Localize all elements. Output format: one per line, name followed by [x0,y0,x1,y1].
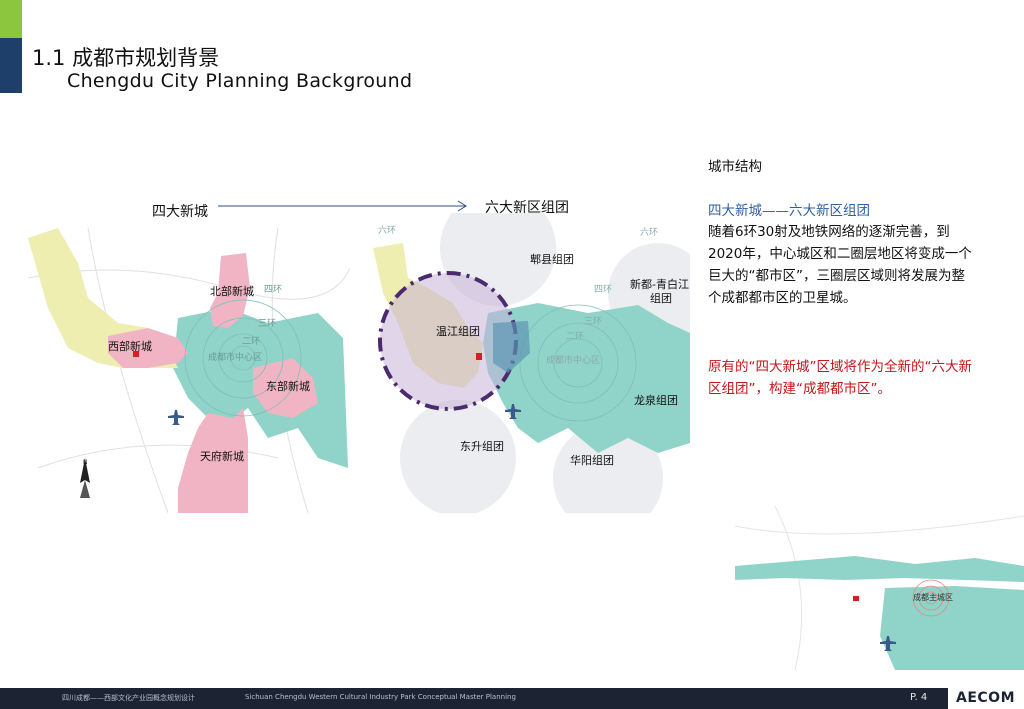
footer-project-cn: 四川成都——西部文化产业园概念规划设计 [62,694,195,702]
left-map-label: 四大新城 [152,204,208,220]
sidebar-subheading: 四大新城——六大新区组团 [708,203,870,219]
six-new-districts-map: 郫县组团 新都-青白江 组团 温江组团 龙泉组团 东升组团 华阳组团 六环 六环… [373,213,690,513]
sidebar-note: 原有的“四大新城”区域将作为全新的“六大新区组团”，构建“成都都市区”。 [708,359,972,397]
accent-bar [0,0,22,93]
small-map-site-marker [853,596,859,601]
xindu-district-label-2: 组团 [650,291,672,305]
footer-bar: 四川成都——西部文化产业园概念规划设计 Sichuan Chengdu West… [0,688,1024,709]
main-urban-area-label: 成都主城区 [913,592,953,602]
right-ring6-label-2: 六环 [640,226,658,238]
small-map-teal-band [735,556,1024,582]
dongsheng-district-circle [400,400,516,513]
right-ring4-label: 四环 [594,284,612,295]
page-number: P. 4 [910,692,928,703]
left-ring3-label: 三环 [258,318,276,329]
right-ring3-label: 三环 [584,316,602,327]
left-ring4-label: 四环 [264,284,282,295]
transition-arrow-icon [218,200,467,212]
page-subtitle: Chengdu City Planning Background [67,70,413,92]
four-new-cities-map: N 北部新城 西部新城 东部新城 天府新城 四环 三环 二环 成都市中心区 [28,228,350,513]
sidebar-heading: 城市结构 [708,159,762,175]
right-ring6-label: 六环 [378,224,396,236]
east-new-city-label: 东部新城 [266,379,310,393]
north-new-city-label: 北部新城 [210,284,254,298]
west-new-city-label: 西部新城 [108,339,152,353]
park-site-marker-right [476,353,482,360]
aecom-logo: AECOM [956,690,1016,706]
accent-bar-green [0,0,22,38]
wenjiang-district-label: 温江组团 [436,324,480,338]
left-ring2-label: 二环 [242,336,260,347]
longquan-district-label: 龙泉组团 [634,393,678,407]
right-center-label: 成都市中心区 [546,354,600,366]
huayang-district-label: 华阳组团 [570,453,614,467]
right-ring2-label: 二环 [566,331,584,342]
accent-bar-navy [0,38,22,93]
xindu-district-label: 新都-青白江 [630,277,689,291]
main-urban-area-map: 成都主城区 [735,506,1024,670]
page-title: 1.1 成都市规划背景 [32,46,220,70]
sidebar-body: 随着6环30射及地铁网络的逐渐完善，到2020年，中心城区和二圈层地区将变成一个… [708,224,972,306]
dongsheng-district-label: 东升组团 [460,439,504,453]
north-arrow-label: N [83,459,88,466]
south-new-city-label: 天府新城 [200,449,244,463]
airport-icon [168,410,184,425]
pi-district-label: 郫县组团 [530,252,574,266]
left-center-label: 成都市中心区 [208,351,262,363]
footer-project-en: Sichuan Chengdu Western Cultural Industr… [245,693,516,701]
